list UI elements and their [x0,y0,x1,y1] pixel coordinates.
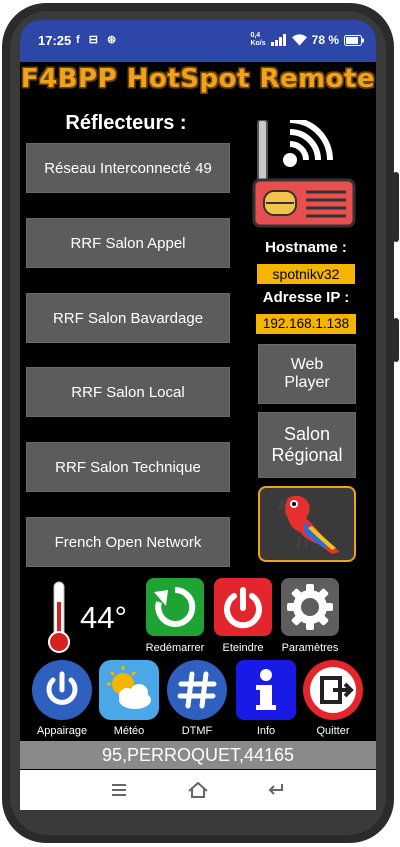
radio-icon [252,120,356,228]
status-time: 17:25 [38,33,72,48]
dtmf-button[interactable] [167,660,227,720]
ip-value: 192.168.1.138 [256,314,356,334]
quit-button[interactable] [303,660,363,720]
wifi-icon [291,34,307,46]
reflector-button-fon[interactable]: French Open Network [26,517,230,567]
screen: 17:25 f ⊟ ⊛ 0,4 Ko/s 78 % F4BPP HotSpot … [20,20,376,810]
hash-icon [177,671,217,709]
reflector-button-appel[interactable]: RRF Salon Appel [26,218,230,268]
bluetooth-power-icon [46,671,78,705]
salon-regional-line2: Régional [271,445,343,465]
restart-icon [154,586,196,627]
menu-icon[interactable] [108,780,130,800]
footer-status: 95,PERROQUET,44165 [20,741,376,769]
ip-label: Adresse IP : [262,289,350,306]
hostname-label: Hostname : [265,239,347,256]
settings-label: Paramètres [281,642,339,654]
status-right: 0,4 Ko/s 78 % [250,32,364,48]
parrot-icon [278,495,340,554]
app-title: F4BPP HotSpot Remote [20,64,376,94]
signal-icon [270,34,286,46]
web-player-line2: Player [284,374,330,391]
back-icon[interactable] [266,780,288,800]
volume-button [393,172,399,242]
net-speed: 0,4 Ko/s [250,32,266,47]
web-player-button[interactable]: Web Player [258,344,356,404]
web-player-line1: Web [290,356,324,373]
weather-button[interactable] [99,660,159,720]
gear-icon [287,584,333,630]
home-icon[interactable] [187,780,209,800]
temperature-value: 44° [80,600,127,635]
status-bar: 17:25 f ⊟ ⊛ 0,4 Ko/s 78 % [20,20,376,62]
hostname-value: spotnikv32 [257,264,355,284]
weather-icon [107,666,151,709]
reflector-button-ri49[interactable]: Réseau Interconnecté 49 [26,143,230,193]
salon-regional-line1: Salon [283,424,331,444]
dtmf-label: DTMF [181,725,213,737]
pairing-button[interactable] [32,660,92,720]
quit-label: Quitter [316,725,350,737]
power-side-button [393,318,399,362]
salon-regional-button[interactable]: Salon Régional [258,412,356,478]
exit-icon [310,667,356,713]
navigation-bar [20,770,376,810]
parrot-button[interactable] [258,486,356,562]
shutdown-button[interactable] [214,578,272,636]
battery-icon [344,34,364,46]
reflector-button-technique[interactable]: RRF Salon Technique [26,442,230,492]
reflector-button-local[interactable]: RRF Salon Local [26,367,230,417]
info-icon [256,669,276,710]
notification-icons: f ⊟ ⊛ [76,34,120,46]
battery-percent: 78 % [311,33,339,47]
reflectors-title: Réflecteurs : [65,112,187,134]
power-icon [224,587,262,629]
settings-button[interactable] [281,578,339,636]
thermometer-icon [48,581,70,653]
info-button[interactable] [236,660,296,720]
restart-button[interactable] [146,578,204,636]
reflector-button-bavardage[interactable]: RRF Salon Bavardage [26,293,230,343]
